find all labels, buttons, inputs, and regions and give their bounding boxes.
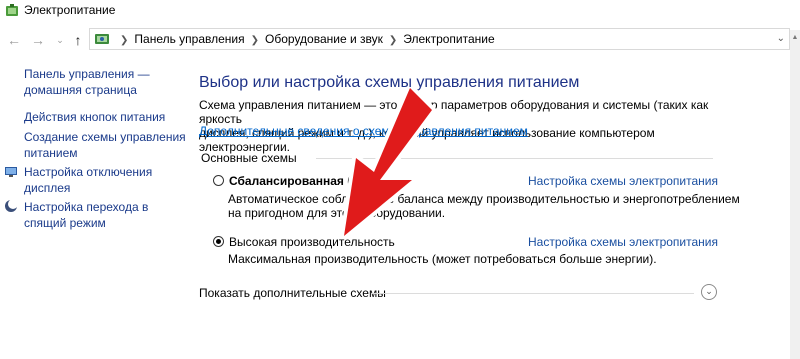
up-arrow-icon[interactable]: ↑ xyxy=(68,30,88,50)
sidebar-item-display-off[interactable]: Настройка отключения дисплея xyxy=(24,164,152,196)
sidebar-item-label: дисплея xyxy=(24,181,71,195)
breadcrumb-separator-icon: ❯ xyxy=(120,35,129,46)
radio-balanced[interactable] xyxy=(213,175,224,186)
sidebar-item-power-buttons[interactable]: Действия кнопок питания xyxy=(24,109,165,125)
plan-description-high-performance: Максимальная производительность (может п… xyxy=(228,252,657,266)
control-panel-icon xyxy=(94,31,110,47)
sidebar-item-label: спящий режим xyxy=(24,216,106,230)
moon-icon xyxy=(4,199,18,213)
sidebar-item-sleep[interactable]: Настройка перехода в спящий режим xyxy=(24,199,148,231)
sidebar-item-label: Настройка перехода в xyxy=(24,200,149,214)
power-options-icon xyxy=(4,3,20,19)
scrollbar[interactable]: ▲ xyxy=(790,30,800,359)
plan-description-line: на пригодном для этого оборудовании. xyxy=(228,206,446,220)
sidebar-item-create-plan[interactable]: Создание схемы управления питанием xyxy=(24,129,186,161)
sidebar-item-control-panel-home[interactable]: Панель управления — домашняя страница xyxy=(24,66,150,98)
sidebar-item-label: Панель управления — xyxy=(24,67,150,81)
plan-settings-link-high-performance[interactable]: Настройка схемы электропитания xyxy=(528,235,718,249)
sidebar-item-label: Настройка отключения xyxy=(24,165,153,179)
arrow-annotation-icon xyxy=(340,88,436,238)
forward-arrow-icon[interactable]: → xyxy=(28,30,48,50)
sidebar-item-label: питанием xyxy=(24,146,78,160)
sidebar-item-label: Создание схемы управления xyxy=(24,130,186,144)
plan-settings-link-balanced[interactable]: Настройка схемы электропитания xyxy=(528,174,718,188)
plan-description-line: Автоматическое соблю дение баланса между… xyxy=(228,192,740,206)
display-icon xyxy=(4,165,18,179)
back-arrow-icon[interactable]: ← xyxy=(4,30,24,50)
scroll-up-arrow-icon[interactable]: ▲ xyxy=(790,34,800,41)
chevron-down-icon[interactable]: ⌄ xyxy=(50,30,70,50)
window-title: Электропитание xyxy=(24,3,116,17)
group-label-preferred-plans: Основные схемы xyxy=(201,151,297,165)
radio-high-performance[interactable] xyxy=(213,236,224,247)
chevron-down-icon[interactable]: ⌄ xyxy=(701,284,717,300)
plan-description-balanced: Автоматическое соблю дение баланса между… xyxy=(228,192,740,220)
show-more-divider xyxy=(371,293,694,294)
sidebar-item-label: домашняя страница xyxy=(24,83,137,97)
sidebar-item-label: Действия кнопок питания xyxy=(24,110,166,124)
plan-description-line: Максимальная производительность (может п… xyxy=(228,252,657,266)
main-content: Выбор или настройка схемы управления пит… xyxy=(199,0,789,359)
show-additional-plans[interactable]: Показать дополнительные схемы xyxy=(199,286,386,300)
